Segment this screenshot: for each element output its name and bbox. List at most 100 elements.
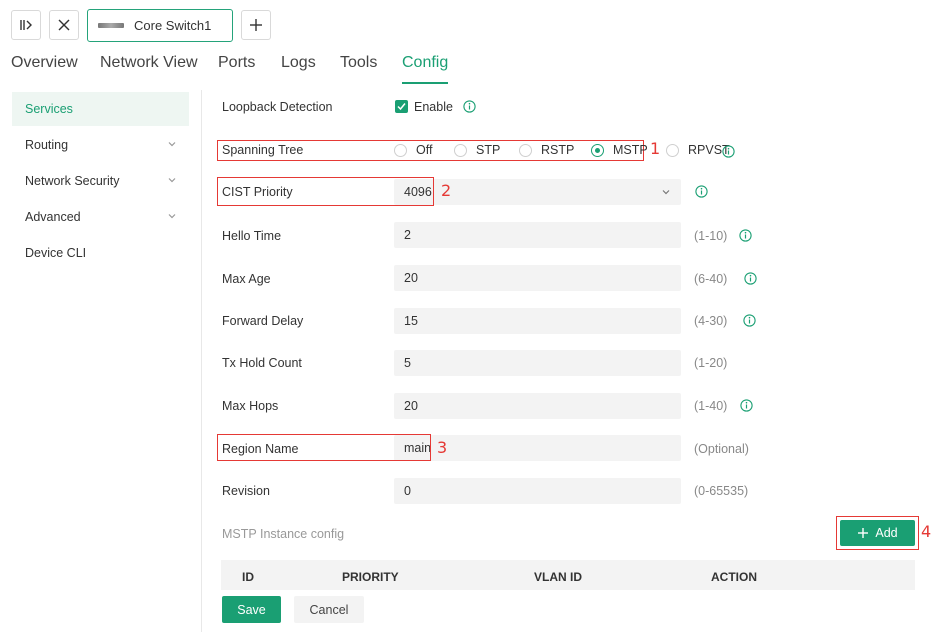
loopback-detection-label: Loopback Detection	[222, 100, 333, 114]
max-age-range: (6-40)	[694, 272, 728, 286]
spanning-tree-label: Spanning Tree	[222, 143, 304, 157]
cist-priority-select[interactable]: 4096	[394, 179, 681, 205]
column-header-action: ACTION	[711, 570, 757, 584]
info-icon[interactable]	[695, 185, 708, 198]
tx-hold-count-input[interactable]: 5	[394, 350, 681, 376]
annotation-number-3: 3	[437, 438, 448, 457]
max-age-input[interactable]: 20	[394, 265, 681, 291]
main-tabs: Overview Network View Ports Logs Tools C…	[0, 48, 934, 84]
sidebar-item-label: Device CLI	[25, 246, 87, 260]
revision-input[interactable]: 0	[394, 478, 681, 504]
cancel-button[interactable]: Cancel	[294, 596, 364, 623]
top-toolbar: Core Switch1	[0, 0, 934, 48]
hello-time-input[interactable]: 2	[394, 222, 681, 248]
annotation-box-3	[217, 434, 431, 461]
info-icon[interactable]	[739, 229, 752, 242]
column-header-priority: PRIORITY	[342, 570, 399, 584]
radio-circle	[591, 143, 604, 157]
sidebar-item-label: Network Security	[25, 174, 120, 188]
radio-off[interactable]: Off	[394, 143, 432, 157]
tx-hold-count-range: (1-20)	[694, 356, 728, 370]
sidebar-expand-icon	[20, 20, 32, 30]
tab-overview[interactable]: Overview	[11, 54, 78, 80]
chevron-down-icon	[662, 190, 670, 195]
save-button[interactable]: Save	[222, 596, 281, 623]
device-tab-label: Core Switch1	[134, 18, 212, 33]
radio-label: RSTP	[541, 143, 575, 157]
tab-config[interactable]: Config	[402, 54, 449, 84]
chevron-down-icon	[168, 214, 176, 219]
loopback-enable-checkbox[interactable]	[395, 100, 408, 113]
radio-label: Off	[416, 143, 433, 157]
mstp-instance-title: MSTP Instance config	[222, 527, 345, 541]
sidebar-item-label: Routing	[25, 138, 69, 152]
sidebar-item-device-cli[interactable]: Device CLI	[12, 236, 189, 270]
checkmark-icon	[397, 103, 406, 111]
sidebar-item-advanced[interactable]: Advanced	[12, 200, 189, 234]
radio-rstp[interactable]: RSTP	[519, 143, 574, 157]
annotation-number-4: 4	[921, 522, 932, 541]
switch-device-icon	[98, 23, 124, 28]
loopback-enable-label: Enable	[414, 100, 453, 114]
tab-logs[interactable]: Logs	[281, 54, 316, 80]
close-button[interactable]	[49, 10, 79, 40]
instance-table-header: ID PRIORITY VLAN ID ACTION	[221, 560, 915, 590]
info-icon[interactable]	[463, 100, 476, 113]
tx-hold-count-label: Tx Hold Count	[222, 356, 302, 370]
add-instance-button[interactable]: Add	[840, 520, 915, 546]
info-icon[interactable]	[740, 399, 753, 412]
revision-value: 0	[404, 484, 411, 498]
tab-network-view[interactable]: Network View	[100, 54, 198, 80]
sidebar-item-routing[interactable]: Routing	[12, 128, 189, 162]
annotation-number-2: 2	[441, 181, 452, 200]
forward-delay-input[interactable]: 15	[394, 308, 681, 334]
info-icon[interactable]	[743, 314, 756, 327]
plus-icon	[858, 528, 869, 538]
hello-time-value: 2	[404, 228, 411, 242]
annotation-number-1: 1	[650, 139, 661, 158]
radio-circle	[666, 143, 679, 157]
radio-label: STP	[476, 143, 501, 157]
add-tab-button[interactable]	[241, 10, 271, 40]
forward-delay-value: 15	[404, 314, 418, 328]
forward-delay-range: (4-30)	[694, 314, 728, 328]
radio-rpvst[interactable]: RPVST	[666, 143, 730, 157]
max-hops-input[interactable]: 20	[394, 393, 681, 419]
hello-time-label: Hello Time	[222, 229, 282, 243]
sidebar-item-network-security[interactable]: Network Security	[12, 164, 189, 198]
column-header-id: ID	[242, 570, 254, 584]
info-icon[interactable]	[722, 145, 735, 158]
tx-hold-count-value: 5	[404, 356, 411, 370]
max-hops-range: (1-40)	[694, 399, 728, 413]
radio-stp[interactable]: STP	[454, 143, 500, 157]
region-name-range: (Optional)	[694, 442, 749, 456]
info-icon[interactable]	[744, 272, 757, 285]
max-age-label: Max Age	[222, 272, 271, 286]
hello-time-range: (1-10)	[694, 229, 728, 243]
expand-sidebar-button[interactable]	[11, 10, 41, 40]
max-hops-value: 20	[404, 399, 418, 413]
add-button-label: Add	[875, 526, 898, 540]
radio-mstp[interactable]: MSTP	[591, 143, 648, 157]
tab-tools[interactable]: Tools	[340, 54, 377, 80]
radio-label: MSTP	[613, 143, 648, 157]
radio-circle	[519, 143, 532, 157]
radio-circle	[394, 143, 407, 157]
revision-range: (0-65535)	[694, 484, 749, 498]
column-header-vlan-id: VLAN ID	[534, 570, 582, 584]
plus-icon	[250, 19, 262, 31]
revision-label: Revision	[222, 484, 270, 498]
sidebar-item-services[interactable]: Services	[12, 92, 189, 126]
annotation-box-2	[217, 177, 434, 206]
config-sidebar: Services Routing Network Security Advanc…	[0, 90, 202, 632]
max-age-value: 20	[404, 271, 418, 285]
sidebar-item-label: Services	[25, 102, 73, 116]
device-tab[interactable]: Core Switch1	[87, 9, 233, 42]
chevron-down-icon	[168, 178, 176, 183]
tab-ports[interactable]: Ports	[218, 54, 255, 80]
sidebar-item-label: Advanced	[25, 210, 81, 224]
close-icon	[58, 19, 70, 31]
chevron-down-icon	[168, 142, 176, 147]
max-hops-label: Max Hops	[222, 399, 279, 413]
forward-delay-label: Forward Delay	[222, 314, 304, 328]
